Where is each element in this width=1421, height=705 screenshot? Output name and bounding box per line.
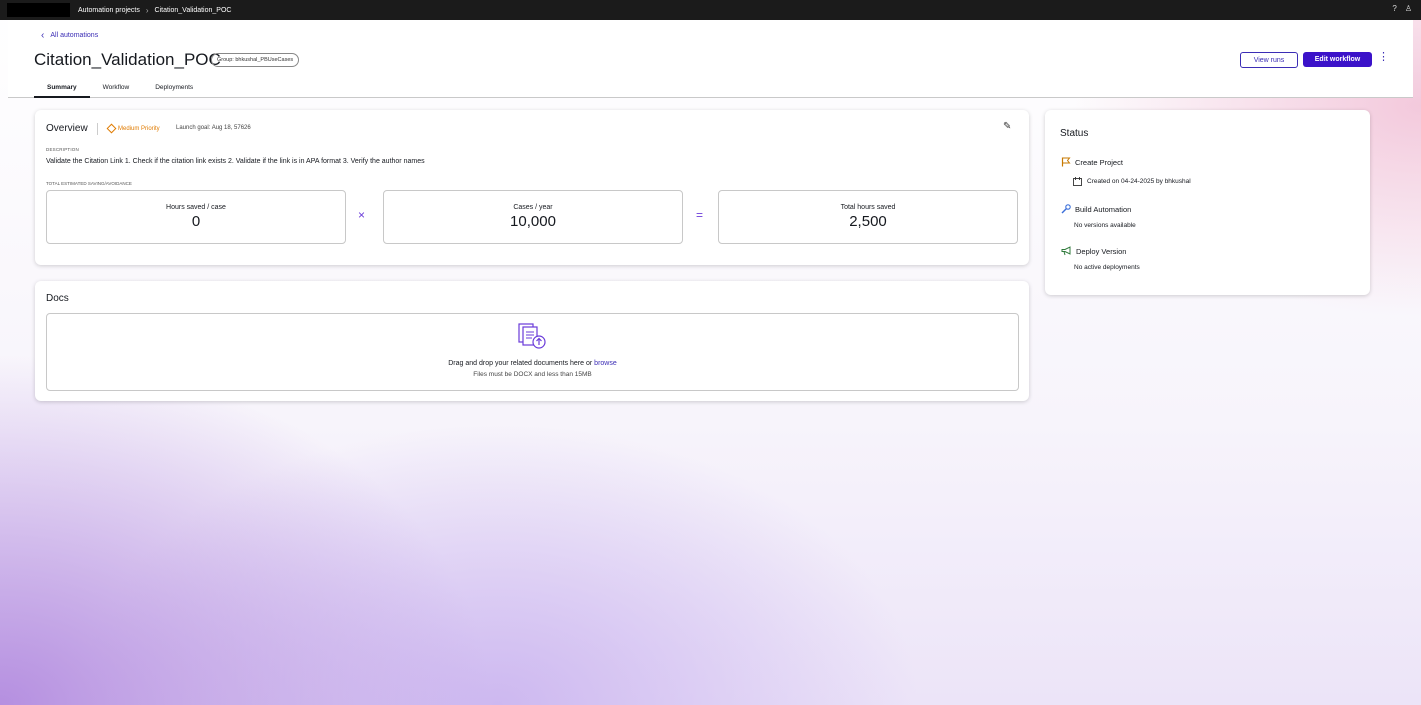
more-actions-icon[interactable]: ⋮	[1378, 50, 1389, 63]
user-icon[interactable]: ♙	[1405, 4, 1412, 13]
dropzone-text: Drag and drop your related documents her…	[47, 360, 1018, 367]
status-item-label: Create Project	[1075, 157, 1123, 167]
status-create-project: Create Project	[1061, 157, 1123, 167]
back-link[interactable]: ‹ All automations	[41, 30, 98, 41]
help-icon[interactable]: ?	[1392, 4, 1396, 13]
description-label: DESCRIPTION	[46, 147, 79, 152]
chevron-left-icon: ‹	[41, 30, 45, 41]
calendar-icon	[1073, 177, 1082, 186]
overview-card: Overview Medium Priority Launch goal: Au…	[35, 110, 1029, 265]
metric-hours-per-case: Hours saved / case 0	[46, 190, 346, 244]
page-header: ‹ All automations Citation_Validation_PO…	[8, 20, 1413, 98]
metric-total-hours: Total hours saved 2,500	[718, 190, 1018, 244]
total-saving-label: TOTAL ESTIMATED SAVING/AVOIDANCE	[46, 181, 132, 186]
status-item-sub: Created on 04-24-2025 by bhkushal	[1087, 178, 1191, 185]
tab-workflow[interactable]: Workflow	[90, 78, 143, 96]
breadcrumb-current-project: Citation_Validation_POC	[154, 6, 232, 14]
tab-deployments[interactable]: Deployments	[142, 78, 206, 96]
metric-value: 0	[191, 213, 201, 230]
priority-label: Medium Priority	[118, 125, 160, 132]
metric-label: Cases / year	[513, 204, 553, 211]
divider	[97, 123, 98, 135]
metric-label: Hours saved / case	[166, 204, 226, 211]
diamond-icon	[106, 123, 117, 134]
metric-value: 10,000	[510, 213, 556, 230]
wrench-icon	[1061, 204, 1071, 214]
view-runs-button[interactable]: View runs	[1240, 52, 1298, 68]
docs-card: Docs Drag and drop your related document…	[35, 281, 1029, 401]
equals-icon: =	[696, 208, 704, 222]
edit-workflow-button[interactable]: Edit workflow	[1303, 52, 1372, 67]
metric-cases-per-year: Cases / year 10,000	[383, 190, 683, 244]
launch-goal: Launch goal: Aug 18, 57626	[176, 125, 251, 131]
status-deploy-version: Deploy Version	[1061, 246, 1126, 256]
back-link-label: All automations	[50, 32, 99, 39]
document-upload-icon	[517, 322, 549, 355]
edit-pencil-icon[interactable]: ✎	[1003, 121, 1011, 132]
tab-bar: Summary Workflow Deployments	[34, 78, 206, 98]
page-title: Citation_Validation_POC	[34, 50, 221, 69]
tab-summary[interactable]: Summary	[34, 78, 90, 98]
status-item-label: Deploy Version	[1076, 246, 1127, 256]
dropzone-constraints: Files must be DOCX and less than 15MB	[473, 371, 592, 378]
status-build-automation: Build Automation	[1061, 204, 1131, 214]
multiply-icon: ×	[358, 208, 366, 222]
dropzone-instruction: Drag and drop your related documents her…	[448, 360, 595, 367]
priority-badge: Medium Priority	[106, 123, 160, 134]
status-deploy-detail: No active deployments	[1074, 264, 1140, 271]
status-build-detail: No versions available	[1074, 222, 1136, 229]
status-title: Status	[1060, 128, 1089, 139]
document-dropzone[interactable]: Drag and drop your related documents her…	[46, 313, 1019, 391]
docs-title: Docs	[46, 293, 69, 304]
status-item-label: Build Automation	[1075, 204, 1132, 214]
status-card: Status Create Project Created on 04-24-2…	[1045, 110, 1370, 295]
redacted-logo	[7, 3, 70, 17]
metric-label: Total hours saved	[840, 204, 896, 211]
description-text: Validate the Citation Link 1. Check if t…	[46, 158, 425, 165]
top-navigation-bar: Automation projects › Citation_Validatio…	[0, 0, 1421, 20]
breadcrumb-separator-icon: ›	[145, 5, 149, 15]
status-create-detail: Created on 04-24-2025 by bhkushal	[1073, 177, 1191, 186]
breadcrumb-automation-projects[interactable]: Automation projects	[78, 7, 140, 14]
browse-link[interactable]: browse	[594, 360, 617, 367]
topbar-actions: ? ♙	[1392, 4, 1412, 13]
megaphone-icon	[1061, 246, 1071, 256]
group-badge: Group: bhkushal_PBUseCases	[211, 53, 300, 67]
metric-value: 2,500	[849, 213, 887, 230]
flag-icon	[1061, 157, 1071, 167]
overview-title: Overview	[46, 123, 88, 134]
